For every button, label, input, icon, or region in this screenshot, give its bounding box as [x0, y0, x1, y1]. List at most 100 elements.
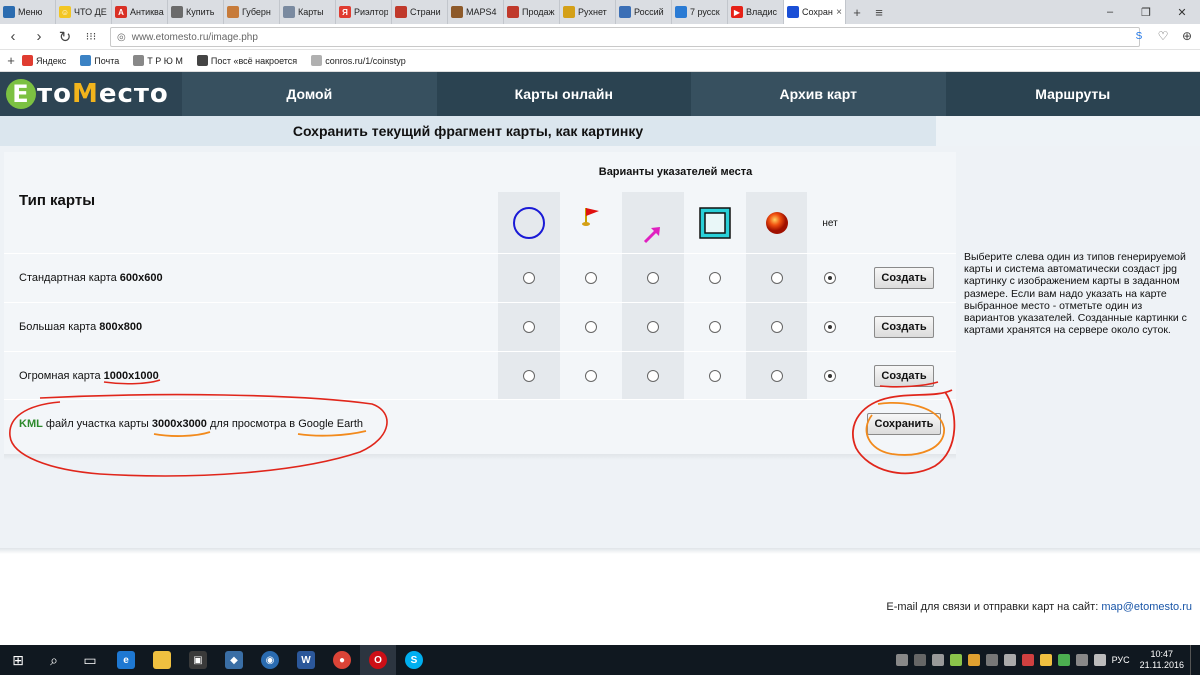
windows-start-icon[interactable]: ⊞: [0, 645, 36, 675]
reload-icon[interactable]: ↻: [52, 24, 78, 50]
tray-icon-11[interactable]: [1075, 654, 1088, 666]
tray-icon-4[interactable]: [949, 654, 962, 666]
add-bookmark-icon[interactable]: +: [0, 53, 22, 68]
store-icon[interactable]: ▣: [180, 645, 216, 675]
browser-tab[interactable]: Меню: [0, 0, 56, 24]
browser-tab[interactable]: Карты: [280, 0, 336, 24]
tray-icon-2[interactable]: [913, 654, 926, 666]
marker-radio[interactable]: [824, 272, 836, 284]
tab-favicon-icon: [507, 6, 519, 18]
browser-tab[interactable]: A Антиква: [112, 0, 168, 24]
browser-tab[interactable]: MAPS4: [448, 0, 504, 24]
main-nav: Домой Карты онлайн Архив карт Маршруты: [182, 72, 1200, 116]
language-indicator[interactable]: РУС: [1112, 655, 1130, 665]
bookmark-item[interactable]: Почта: [80, 55, 119, 66]
tray-icon-6[interactable]: [985, 654, 998, 666]
explorer-icon[interactable]: [144, 645, 180, 675]
marker-radio[interactable]: [585, 370, 597, 382]
browser-tab[interactable]: Россий: [616, 0, 672, 24]
tab-label: Меню: [18, 7, 43, 17]
clock[interactable]: 10:47 21.11.2016: [1140, 649, 1184, 671]
bookmark-item[interactable]: conros.ru/1/coinstyp: [311, 55, 406, 66]
tab-favicon-icon: [563, 6, 575, 18]
save-kml-button[interactable]: Сохранить: [867, 413, 941, 435]
new-tab-icon[interactable]: +: [846, 0, 868, 24]
nav-home[interactable]: Домой: [182, 72, 437, 116]
chrome-icon[interactable]: ●: [324, 645, 360, 675]
marker-radio[interactable]: [709, 272, 721, 284]
minimize-icon[interactable]: –: [1092, 0, 1128, 24]
skype-icon[interactable]: S: [396, 645, 432, 675]
media-icon[interactable]: ◆: [216, 645, 252, 675]
nav-maps-online[interactable]: Карты онлайн: [436, 72, 691, 116]
marker-radio[interactable]: [709, 370, 721, 382]
marker-radio[interactable]: [647, 321, 659, 333]
security-badge-icon[interactable]: S: [1130, 27, 1148, 45]
create-map-button[interactable]: Создать: [874, 365, 934, 387]
task-view-icon[interactable]: ▭: [72, 645, 108, 675]
browser-tab[interactable]: ☺ ЧТО ДЕ: [56, 0, 112, 24]
tray-icon-7[interactable]: [1003, 654, 1016, 666]
create-map-button[interactable]: Создать: [874, 316, 934, 338]
word-icon[interactable]: W: [288, 645, 324, 675]
opera-icon[interactable]: O: [360, 645, 396, 675]
marker-radio[interactable]: [647, 370, 659, 382]
footer-email[interactable]: map@etomesto.ru: [1101, 601, 1192, 613]
browser-tab[interactable]: ▶ Владис: [728, 0, 784, 24]
marker-radio[interactable]: [523, 370, 535, 382]
maximize-icon[interactable]: ❐: [1128, 0, 1164, 24]
browser-tab[interactable]: 7 русск: [672, 0, 728, 24]
bookmark-item[interactable]: Яндекс: [22, 55, 66, 66]
row-type-text: Большая карта: [19, 321, 97, 333]
site-logo[interactable]: Е то М есто: [0, 72, 182, 116]
close-window-icon[interactable]: ✕: [1164, 0, 1200, 24]
globe-app-icon[interactable]: ◉: [252, 645, 288, 675]
marker-radio[interactable]: [709, 321, 721, 333]
show-desktop[interactable]: [1190, 645, 1194, 675]
marker-radio[interactable]: [523, 321, 535, 333]
marker-radio[interactable]: [770, 370, 783, 382]
browser-tab[interactable]: Рухнет: [560, 0, 616, 24]
tray-icon-10[interactable]: [1057, 654, 1070, 666]
row-size-text: 800x800: [99, 321, 143, 333]
back-icon[interactable]: ‹: [0, 24, 26, 50]
marker-radio[interactable]: [647, 272, 659, 284]
bookmark-item[interactable]: Т Р Ю М: [133, 55, 183, 66]
heart-icon[interactable]: ♡: [1154, 27, 1172, 45]
tray-icon-3[interactable]: [931, 654, 944, 666]
forward-icon[interactable]: ›: [26, 24, 52, 50]
bookmark-label: Яндекс: [36, 55, 67, 66]
tray-icon-12[interactable]: [1093, 654, 1106, 666]
marker-radio[interactable]: [585, 321, 597, 333]
browser-tab[interactable]: Губерн: [224, 0, 280, 24]
marker-radio[interactable]: [770, 321, 783, 333]
tray-icon-5[interactable]: [967, 654, 980, 666]
nav-routes[interactable]: Маршруты: [945, 72, 1200, 116]
speed-dial-icon[interactable]: ⁝⁝⁝: [78, 24, 104, 50]
tab-menu-icon[interactable]: ≡: [868, 0, 890, 24]
marker-radio[interactable]: [824, 370, 836, 382]
marker-radio[interactable]: [523, 272, 535, 284]
download-icon[interactable]: ⊕: [1178, 27, 1196, 45]
nav-map-archive[interactable]: Архив карт: [691, 72, 946, 116]
marker-radio[interactable]: [770, 272, 783, 284]
marker-radio[interactable]: [824, 321, 836, 333]
marker-radio[interactable]: [585, 272, 597, 284]
browser-tab[interactable]: Продаж: [504, 0, 560, 24]
url-input[interactable]: ◎ www.etomesto.ru/image.php: [110, 27, 1140, 47]
edge-icon[interactable]: e: [108, 645, 144, 675]
tray-icon-9[interactable]: [1039, 654, 1052, 666]
tab-label: 7 русск: [690, 7, 720, 17]
tray-icon-1[interactable]: [895, 654, 908, 666]
browser-tab[interactable]: Сохран ×: [784, 0, 846, 24]
create-map-button[interactable]: Создать: [874, 267, 934, 289]
browser-tab[interactable]: Купить: [168, 0, 224, 24]
tab-label: Карты: [298, 7, 324, 17]
close-tab-icon[interactable]: ×: [836, 7, 842, 18]
search-icon[interactable]: ⌕: [36, 645, 72, 675]
bookmark-favicon-icon: [22, 55, 33, 66]
browser-tab[interactable]: Я Риэлтор: [336, 0, 392, 24]
bookmark-item[interactable]: Пост «всё накроется: [196, 55, 297, 66]
tray-icon-8[interactable]: [1021, 654, 1034, 666]
browser-tab[interactable]: Страни: [392, 0, 448, 24]
